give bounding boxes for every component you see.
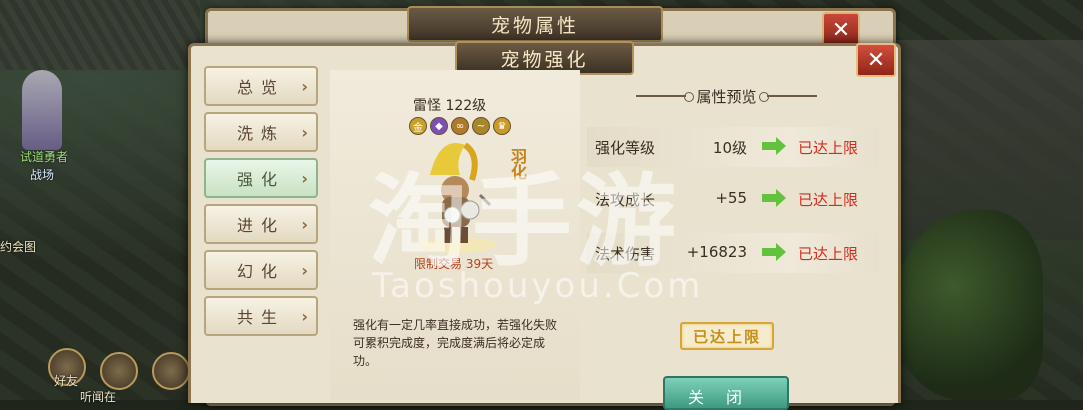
tab-label: 总览 [236, 78, 285, 97]
npc-left-label: 约会图 [0, 240, 37, 254]
tab-label: 洗炼 [236, 124, 285, 143]
tab-label: 幻化 [236, 262, 285, 281]
tab-label: 共生 [236, 308, 285, 327]
npc-name: 试道勇者 [20, 150, 69, 164]
tab-evolve[interactable]: 进化 › [204, 204, 318, 244]
watermark-logo: 淘手游 [368, 163, 680, 280]
chevron-right-icon: › [301, 169, 308, 188]
ornament-left-icon [636, 92, 695, 102]
attr-status: 已达上限 [798, 191, 859, 209]
attr-status: 已达上限 [798, 139, 859, 157]
attr-value: +55 [715, 189, 747, 207]
attr-value: 10级 [712, 139, 747, 157]
attr-value: +16823 [686, 243, 747, 261]
chevron-right-icon: › [301, 123, 308, 142]
attribute-preview-heading: 属性预览 [610, 86, 843, 106]
enhance-description: 强化有一定几率直接成功，若强化失败可累积完成度，完成度满后将必定成功。 [353, 318, 558, 368]
ornament-right-icon [758, 92, 817, 102]
attr-status: 已达上限 [798, 245, 859, 263]
max-level-stamp: 已达上限 [680, 322, 774, 350]
close-button[interactable]: 关闭 [663, 376, 789, 410]
link-icon[interactable]: ∞ [451, 117, 469, 135]
world-roof [0, 0, 200, 70]
microphone-icon[interactable] [152, 352, 190, 390]
preview-heading-text: 属性预览 [696, 87, 757, 106]
watermark-url: Taoshouyou.Com [372, 266, 704, 306]
tab-overview[interactable]: 总览 › [204, 66, 318, 106]
tab-label: 进化 [236, 216, 285, 235]
gem-icon[interactable]: ◆ [430, 117, 448, 135]
npc-character[interactable] [22, 70, 62, 150]
friend-label: 好友 [54, 374, 79, 388]
chevron-right-icon: › [301, 215, 308, 234]
hud-listen-label: 听闻在 [80, 390, 117, 404]
tab-transform[interactable]: 幻化 › [204, 250, 318, 290]
gold-icon[interactable]: 金 [409, 117, 427, 135]
chevron-right-icon: › [301, 261, 308, 280]
chevron-right-icon: › [301, 77, 308, 96]
npc-title: 战场 [30, 168, 55, 182]
wave-icon[interactable]: ~ [472, 117, 490, 135]
pet-name: 雷怪 122级 [413, 98, 487, 114]
chevron-right-icon: › [301, 307, 308, 326]
arrow-right-icon [762, 243, 786, 261]
pet-attribute-icons: 金 ◆ ∞ ~ ♛ [409, 117, 511, 135]
crown-icon[interactable]: ♛ [493, 117, 511, 135]
tab-refine[interactable]: 洗炼 › [204, 112, 318, 152]
tab-label: 强化 [236, 170, 285, 189]
pet-attributes-title: 宠物属性 [407, 6, 663, 42]
tab-symbiosis[interactable]: 共生 › [204, 296, 318, 336]
tab-enhance[interactable]: 强化 › [204, 158, 318, 198]
arrow-right-icon [762, 189, 786, 207]
chat-bubble-icon[interactable] [100, 352, 138, 390]
arrow-right-icon [762, 137, 786, 155]
